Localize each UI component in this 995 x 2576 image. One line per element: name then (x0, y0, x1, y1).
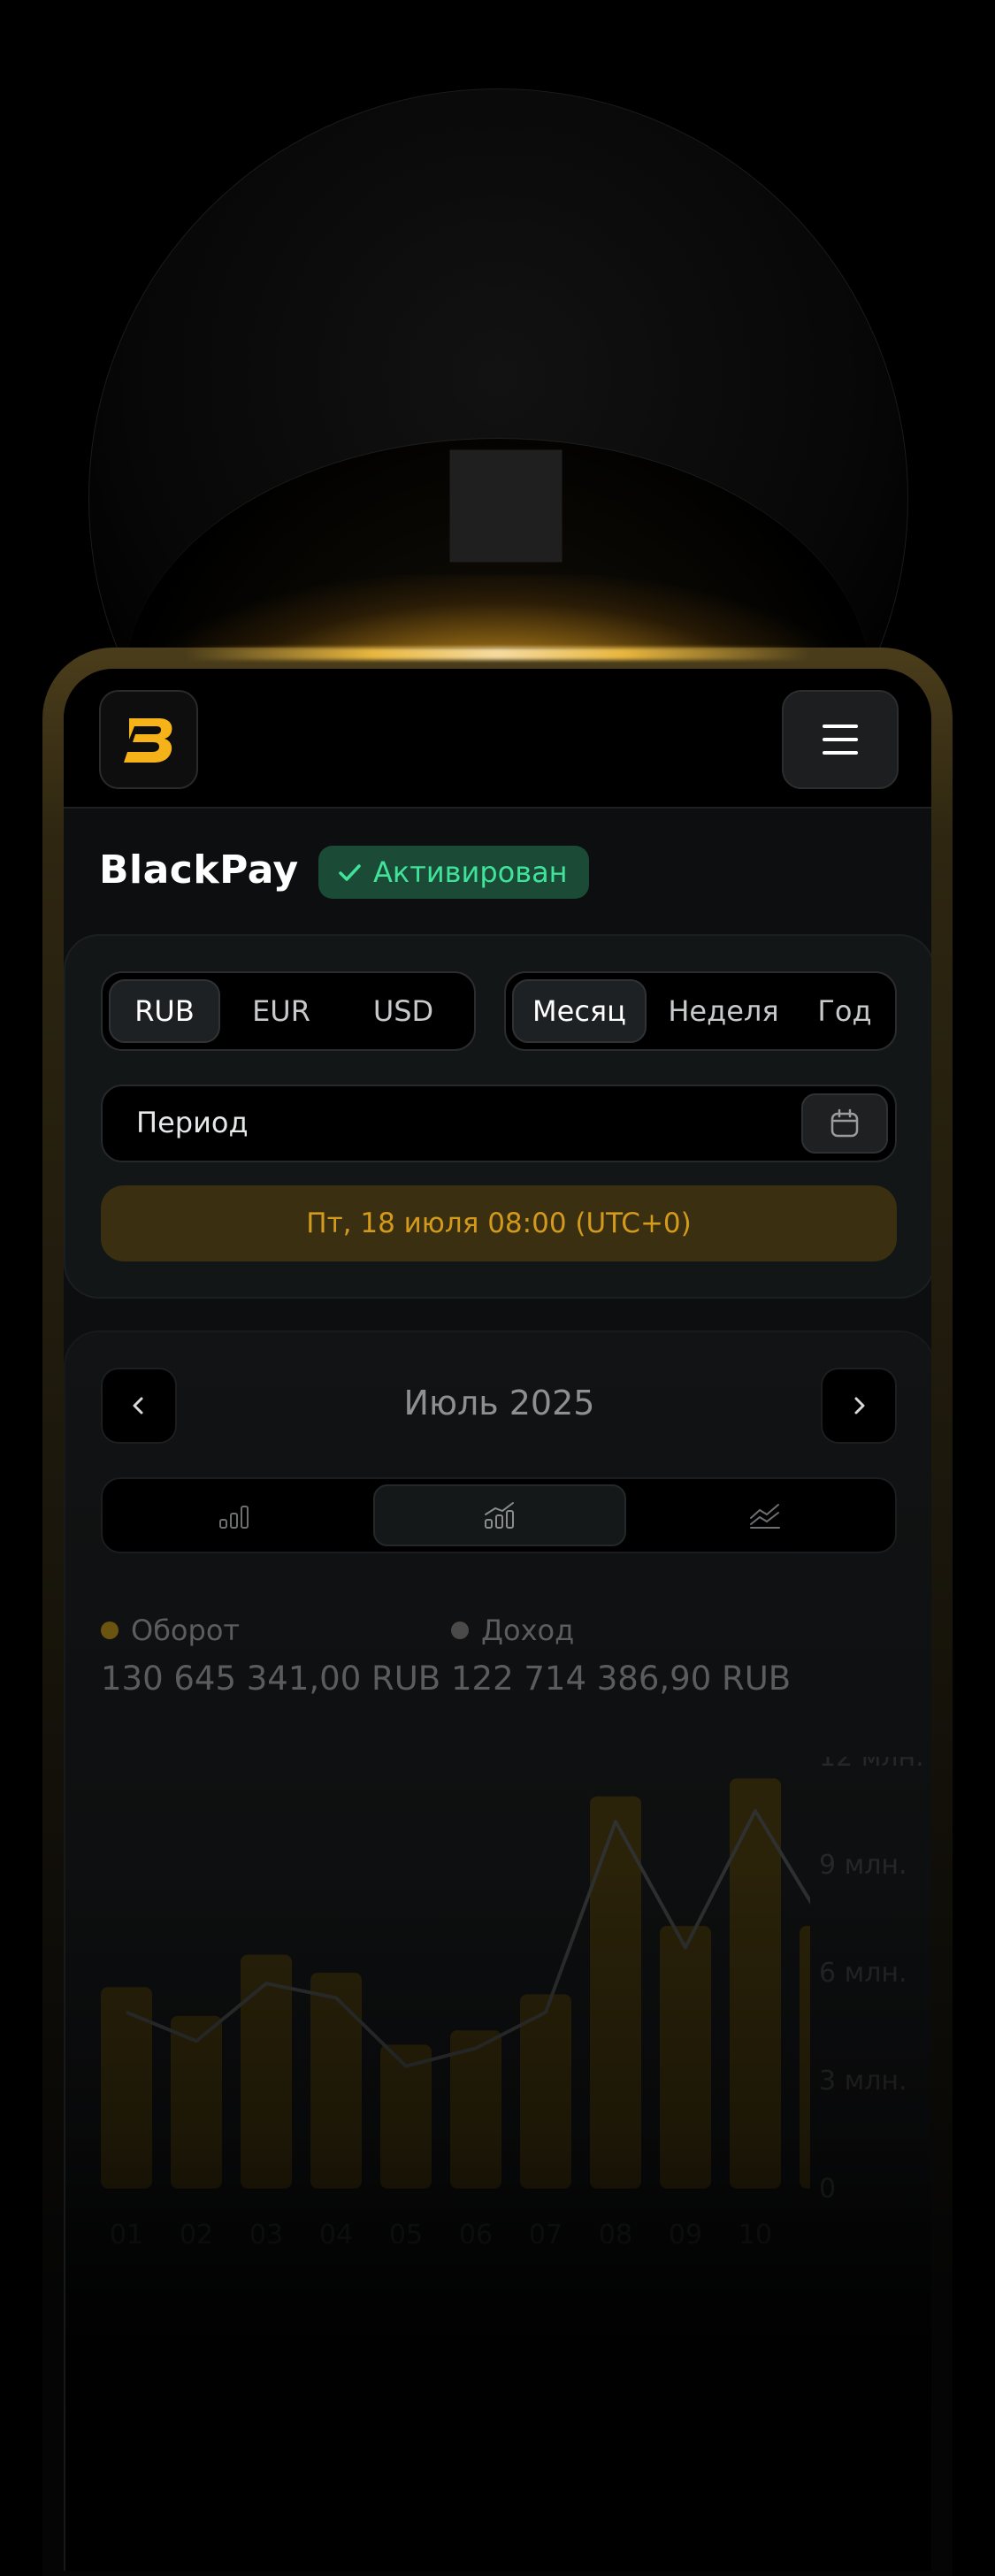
x-tick-label: 09 (669, 2220, 702, 2250)
status-badge: Активирован (318, 846, 589, 899)
x-tick-label: 03 (249, 2220, 283, 2250)
period-selector: Месяц Неделя Год (504, 971, 897, 1051)
y-tick-label: 0 (819, 2174, 836, 2204)
phone-screen: BlackPay Активирован RUB EUR USD Месяц Н… (64, 669, 931, 2571)
chart-bar-03[interactable] (241, 1954, 292, 2189)
calendar-button[interactable] (801, 1093, 888, 1154)
x-tick-label: 04 (319, 2220, 353, 2250)
area-chart-icon (750, 1504, 780, 1529)
currency-option-eur[interactable]: EUR (220, 979, 342, 1043)
brand-title: BlackPay (99, 847, 299, 893)
period-option-month[interactable]: Месяц (512, 979, 647, 1043)
y-tick-label: 3 млн. (819, 2066, 907, 2097)
chart-bar-09[interactable] (660, 1926, 711, 2189)
x-tick-label: 07 (529, 2220, 563, 2250)
legend-dot-income (451, 1622, 469, 1639)
legend-label-income: Доход (481, 1614, 575, 1647)
turnover-chart: 12 млн. 9 млн. 6 млн. 3 млн. 0 01 02 03 04 05 06 07… (101, 1757, 924, 2250)
current-date-info: Пт, 18 июля 08:00 (UTC+0) (101, 1185, 897, 1261)
x-tick-label: 05 (389, 2220, 423, 2250)
legend-label-turnover: Оборот (131, 1614, 241, 1647)
period-field[interactable]: Период (101, 1085, 897, 1162)
chart-bar-04[interactable] (310, 1973, 362, 2189)
currency-selector: RUB EUR USD (101, 971, 476, 1051)
y-tick-label: 6 млн. (819, 1958, 907, 1989)
chart-view-selector (101, 1477, 897, 1553)
check-icon (339, 864, 361, 881)
filters-card: RUB EUR USD Месяц Неделя Год Период Пт, … (64, 934, 931, 1299)
blackpay-logo-icon (124, 718, 172, 763)
x-tick-label: 08 (599, 2220, 632, 2250)
legend-income: Доход (451, 1614, 574, 1647)
x-tick-label: 02 (180, 2220, 213, 2250)
logo[interactable] (99, 690, 198, 789)
y-tick-label: 9 млн. (819, 1850, 907, 1881)
legend-turnover: Оборот (101, 1614, 240, 1647)
currency-option-usd[interactable]: USD (342, 979, 464, 1043)
x-tick-label: 01 (110, 2220, 143, 2250)
calendar-icon (830, 1108, 859, 1138)
status-badge-label: Активирован (373, 855, 568, 889)
month-label: Июль 2025 (403, 1384, 595, 1422)
bar-chart-icon (219, 1506, 249, 1529)
period-option-week[interactable]: Неделя (647, 979, 800, 1043)
chart-line-income (126, 1809, 810, 2068)
stats-card: Июль 2025 Оборот 130 645 341,00 RUB Дохо… (64, 1330, 931, 2571)
total-turnover: 130 645 341,00 RUB (101, 1660, 441, 1698)
x-tick-label: 06 (459, 2220, 493, 2250)
currency-option-rub[interactable]: RUB (109, 979, 220, 1043)
chart-bar-01[interactable] (101, 1987, 152, 2189)
menu-button[interactable] (782, 690, 899, 789)
bar-line-chart-icon (485, 1502, 514, 1529)
view-combined-button[interactable] (373, 1484, 626, 1546)
chevron-right-icon (854, 1397, 865, 1414)
next-month-button[interactable] (821, 1368, 897, 1444)
period-field-label: Период (136, 1106, 249, 1139)
period-option-year[interactable]: Год (800, 979, 889, 1043)
x-tick-label: 10 (739, 2220, 772, 2250)
view-line-button[interactable] (639, 1484, 892, 1546)
view-bar-button[interactable] (108, 1484, 361, 1546)
legend-dot-turnover (101, 1622, 119, 1639)
total-income: 122 714 386,90 RUB (451, 1660, 792, 1698)
y-tick-label: 12 млн. (819, 1757, 924, 1773)
top-bar (64, 669, 931, 809)
menu-icon (823, 724, 858, 728)
